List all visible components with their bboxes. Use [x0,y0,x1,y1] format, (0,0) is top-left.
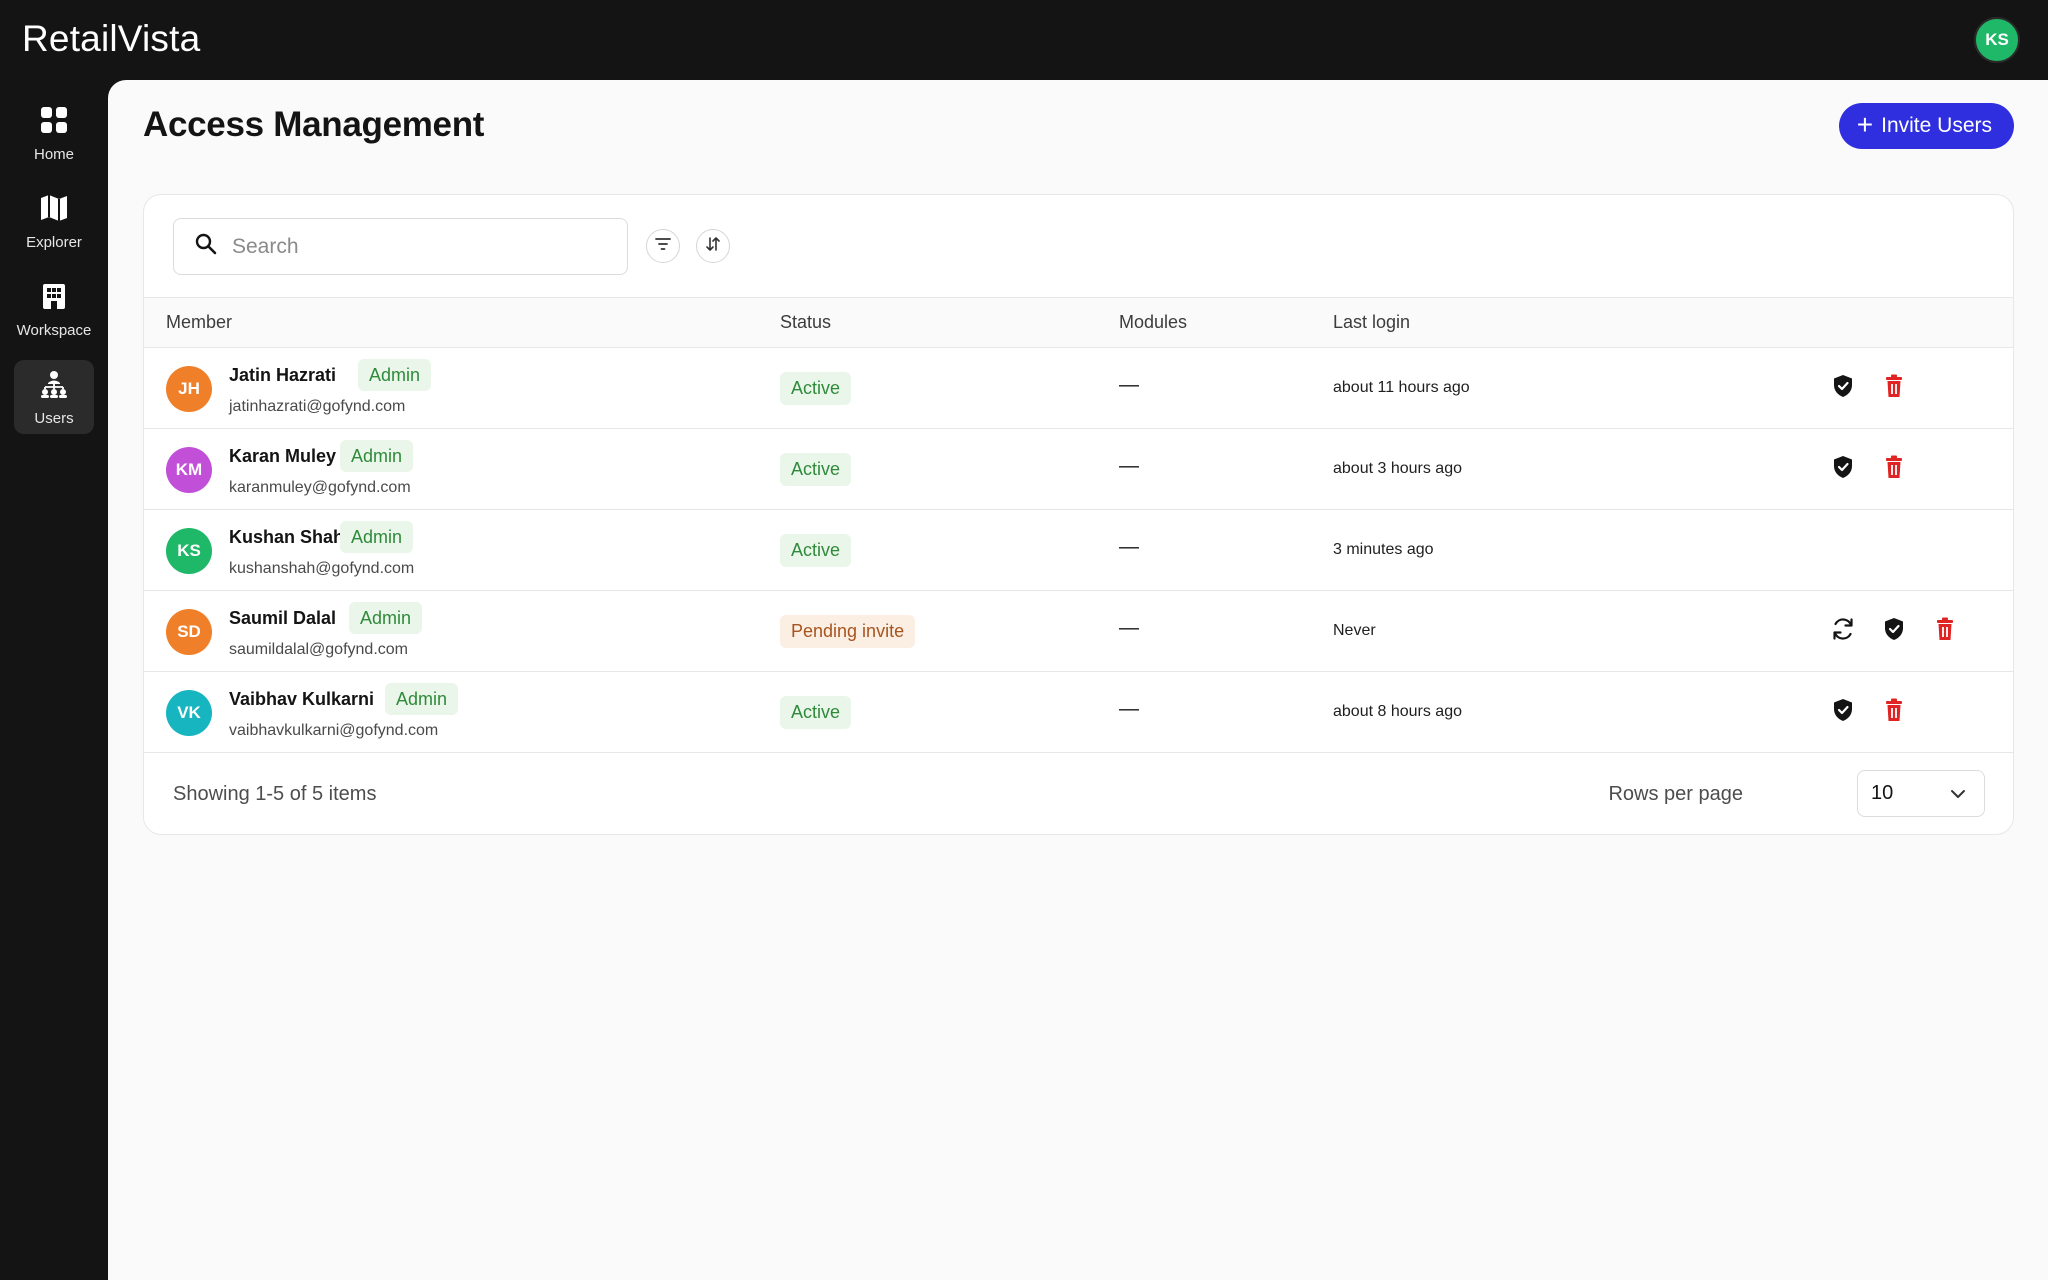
refresh-icon [1830,616,1856,647]
permissions-button[interactable] [1878,615,1910,647]
member-name: Vaibhav Kulkarni [229,689,375,709]
delete-user-button[interactable] [1878,696,1910,728]
sidebar-item-users[interactable]: Users [14,360,94,434]
plus-icon: + [1856,108,1874,140]
member-email: karanmuley@gofynd.com [229,479,411,496]
shield-icon [1832,698,1854,727]
column-header-status[interactable]: Status [780,312,831,333]
member-name: Karan Muley [229,446,337,466]
users-hierarchy-icon [38,368,70,400]
role-badge: Admin [340,521,414,553]
permissions-button[interactable] [1827,696,1859,728]
table-header: Member Status Modules Last login [144,298,2013,348]
sidebar-item-label: Home [33,145,74,163]
rows-per-page-value: 10 [1871,782,1894,804]
status-badge: Active [780,696,852,729]
grid-icon [38,104,70,136]
avatar: KM [166,447,212,493]
delete-user-button[interactable] [1929,615,1961,647]
member-email: kushanshah@gofynd.com [229,560,415,577]
modules-value: — [1119,536,1139,558]
search-input[interactable] [232,234,612,259]
last-login-value: about 8 hours ago [1333,703,1462,720]
sidebar-item-explorer[interactable]: Explorer [14,184,94,258]
column-header-member[interactable]: Member [166,312,232,333]
table-row: KS Kushan Shah Admin kushanshah@gofynd.com A… [144,510,2013,591]
last-login-value: 3 minutes ago [1333,541,1434,558]
avatar: KS [166,528,212,574]
table-row: JH Jatin Hazrati Admin jatinhazrati@gofynd.… [144,348,2013,429]
permissions-button[interactable] [1827,453,1859,485]
status-badge: Active [780,372,852,405]
trash-icon [1884,455,1904,484]
member-name: Saumil Dalal [229,608,337,628]
rows-per-page-select[interactable]: 10 [1857,770,1985,817]
delete-user-button[interactable] [1878,453,1910,485]
page-title: Access Management [143,105,485,144]
shield-icon [1832,374,1854,403]
modules-value: — [1119,698,1139,720]
invite-users-label: Invite Users [1881,114,1992,137]
trash-icon [1884,374,1904,403]
column-header-modules[interactable]: Modules [1119,312,1187,333]
pagination-summary: Showing 1-5 of 5 items [173,783,377,805]
sidebar-item-label: Explorer [26,233,82,251]
table-row: SD Saumil Dalal Admin saumildalal@gofynd.co… [144,591,2013,672]
search-box[interactable] [173,218,628,275]
member-name: Kushan Shah [229,527,345,547]
status-badge: Active [780,534,852,567]
member-email: vaibhavkulkarni@gofynd.com [229,722,439,739]
role-badge: Admin [340,440,414,472]
status-badge: Active [780,453,852,486]
status-badge: Pending invite [780,615,916,648]
avatar: JH [166,366,212,412]
last-login-value: about 3 hours ago [1333,460,1462,477]
role-badge: Admin [349,602,423,634]
role-badge: Admin [358,359,432,391]
delete-user-button[interactable] [1878,372,1910,404]
search-icon [194,232,218,261]
table-footer: Showing 1-5 of 5 items Rows per page 10 [144,753,2013,834]
sidebar: Home Explorer Workspace Users [0,80,108,1280]
sidebar-item-home[interactable]: Home [14,96,94,170]
modules-value: — [1119,374,1139,396]
table-row: VK Vaibhav Kulkarni Admin vaibhavkulkarni@g… [144,672,2013,753]
sidebar-item-label: Workspace [16,321,92,339]
column-header-last-login[interactable]: Last login [1333,312,1410,333]
sort-icon [704,235,722,258]
shield-icon [1832,455,1854,484]
users-table-card: Member Status Modules Last login JH Jatin… [143,194,2014,835]
filter-icon [654,235,672,258]
building-icon [38,280,70,312]
trash-icon [1935,617,1955,646]
modules-value: — [1119,617,1139,639]
shield-icon [1883,617,1905,646]
sidebar-item-label: Users [34,409,74,427]
last-login-value: about 11 hours ago [1333,379,1470,396]
avatar: VK [166,690,212,736]
rows-per-page-label: Rows per page [1608,783,1743,805]
main-content: Access Management + Invite Users Search … [108,80,2048,1280]
modules-value: — [1119,455,1139,477]
table-toolbar [144,195,2013,298]
map-icon [38,192,70,224]
sort-button[interactable] [696,229,730,263]
member-name: Jatin Hazrati [229,365,337,385]
brand-logo[interactable]: RetailVista [22,18,200,60]
permissions-button[interactable] [1827,372,1859,404]
table-row: KM Karan Muley Admin karanmuley@gofynd.com A… [144,429,2013,510]
avatar: SD [166,609,212,655]
member-email: jatinhazrati@gofynd.com [229,398,406,415]
trash-icon [1884,698,1904,727]
user-avatar[interactable]: KS [1974,17,2020,63]
sidebar-item-workspace[interactable]: Workspace [14,272,94,346]
invite-users-button[interactable]: + Invite Users [1838,103,2014,149]
chevron-down-icon [1948,784,1968,809]
role-badge: Admin [385,683,459,715]
top-bar: RetailVista KS [0,0,2048,80]
last-login-value: Never [1333,622,1376,639]
filter-button[interactable] [646,229,680,263]
resend-invite-button[interactable] [1827,615,1859,647]
member-email: saumildalal@gofynd.com [229,641,408,658]
